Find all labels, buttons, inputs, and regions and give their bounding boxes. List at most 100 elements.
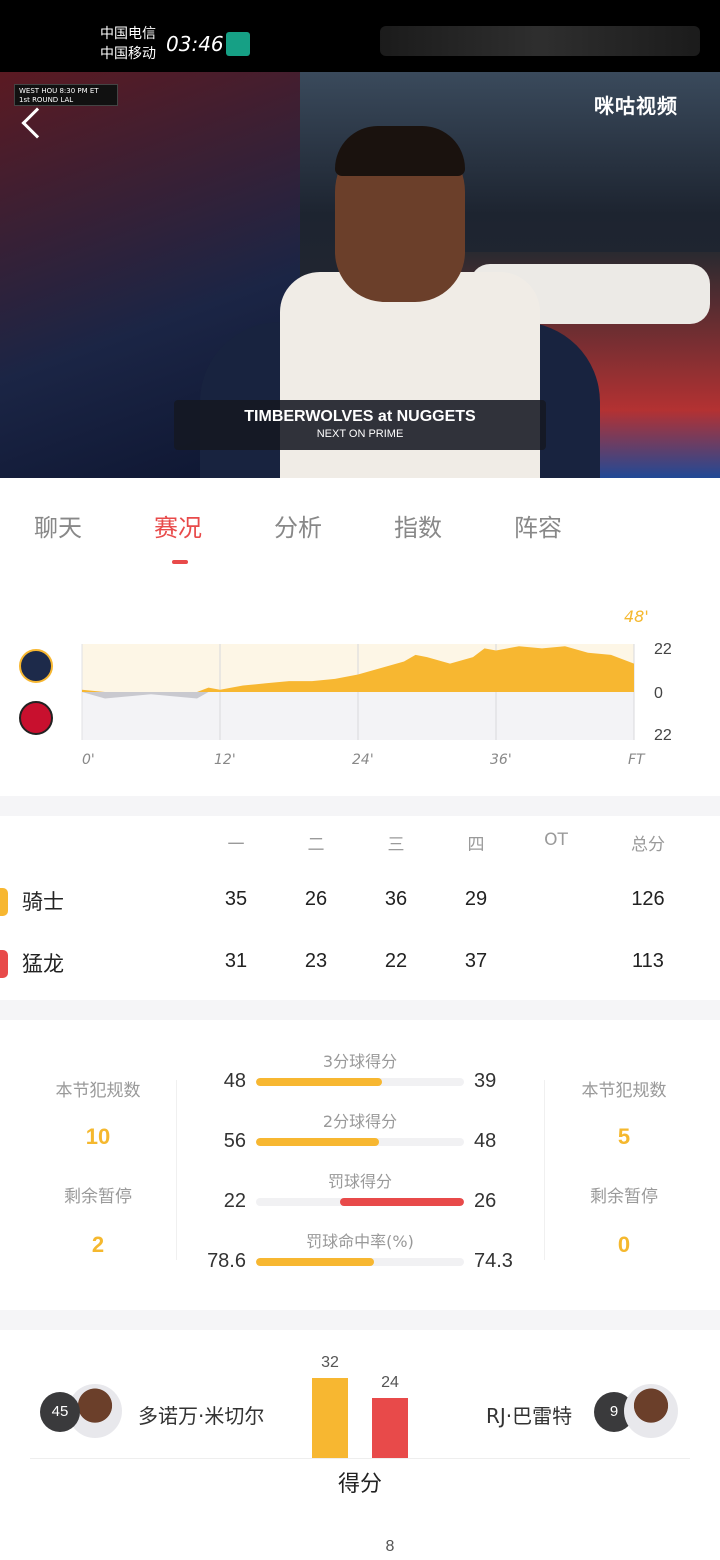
current-time-label: 48' [624, 607, 649, 626]
stat-right-value: 48 [474, 1130, 497, 1152]
x-tick-label: 0' [82, 752, 95, 768]
stat-bar [256, 1078, 464, 1086]
stat-bar-fill [256, 1138, 379, 1146]
tab-live[interactable]: 赛况 [154, 508, 202, 543]
stat-label: 3分球得分 [322, 1052, 398, 1071]
status-bar: 中国电信 中国移动 03:46 [0, 0, 720, 72]
leader-bar-left [312, 1378, 348, 1458]
carrier-info: 中国电信 中国移动 [100, 24, 156, 64]
tab-bar: 聊天 赛况 分析 指数 阵容 [0, 478, 720, 568]
bug-team1: HOU [41, 87, 58, 95]
stat-bar [256, 1258, 464, 1266]
page-number: 8 [385, 1538, 395, 1555]
divider-line [30, 1458, 690, 1459]
score-q2: 23 [304, 950, 328, 972]
stat-bar-fill [256, 1078, 382, 1086]
bug-time: 8:30 PM ET [59, 87, 99, 95]
header-q2: 二 [307, 835, 325, 855]
leader-bars [312, 1358, 408, 1458]
player-name-left[interactable]: 多诺万·米切尔 [138, 1400, 264, 1429]
header-q3: 三 [387, 835, 405, 855]
score-q2: 26 [304, 888, 328, 910]
x-tick-label: FT [628, 752, 646, 768]
stat-left-value: 78.6 [207, 1250, 246, 1272]
team-name: 猛龙 [22, 952, 64, 976]
stat-bar-fill [340, 1198, 464, 1206]
tab-chat[interactable]: 聊天 [34, 508, 82, 543]
quarter-score-table: 一 二 三 四 OT 总分 骑士 35 26 36 29 126 猛龙 31 2… [0, 816, 720, 1000]
player-name-right[interactable]: RJ·巴雷特 [486, 1400, 572, 1429]
video-player[interactable]: WEST HOU 8:30 PM ET 1st ROUND LAL 咪咕视频 T… [0, 72, 720, 478]
active-tab-indicator [172, 560, 188, 564]
tab-odds[interactable]: 指数 [394, 508, 442, 543]
section-divider [0, 1000, 720, 1020]
section-divider [0, 1310, 720, 1330]
score-q4: 29 [464, 888, 488, 910]
left-fouls-value: 10 [85, 1124, 111, 1149]
y-tick-label: 22 [654, 727, 672, 744]
broadcast-banner: TIMBERWOLVES at NUGGETS NEXT ON PRIME [174, 400, 546, 450]
stat-bar [256, 1138, 464, 1146]
bug-round: 1st ROUND [19, 96, 59, 104]
stat-label: 罚球得分 [327, 1172, 392, 1191]
x-tick-label: 36' [490, 752, 512, 768]
jersey-number-badge: 45 [40, 1392, 80, 1432]
momentum-chart: 0' 12' 24' 36' FT 22 0 22 48' [0, 568, 720, 796]
banner-title: TIMBERWOLVES at NUGGETS [244, 408, 476, 425]
stat-bar [256, 1198, 464, 1206]
stat-left-value: 56 [223, 1130, 246, 1152]
notification-blur [380, 26, 700, 56]
score-total: 113 [632, 950, 664, 972]
video-player-hair [335, 126, 465, 176]
tab-analysis[interactable]: 分析 [274, 508, 322, 543]
stat-bar-fill [256, 1258, 374, 1266]
avatar[interactable] [624, 1384, 678, 1438]
cavaliers-logo-icon [19, 649, 53, 683]
raptors-logo-icon [19, 701, 53, 735]
stat-left-value: 48 [223, 1070, 246, 1092]
right-timeouts-value: 0 [617, 1232, 631, 1257]
clock: 03:46 [166, 32, 224, 56]
score-q1: 35 [224, 888, 248, 910]
section-divider [0, 796, 720, 816]
left-timeouts-label: 剩余暂停 [64, 1187, 132, 1207]
stat-right-value: 74.3 [474, 1250, 513, 1272]
table-row-raptors: 猛龙 31 23 22 37 113 [0, 944, 720, 984]
bug-team2: LAL [60, 96, 74, 104]
leader-category: 得分 [337, 1472, 382, 1497]
left-timeouts-value: 2 [91, 1232, 105, 1257]
header-q4: 四 [467, 835, 485, 855]
carrier-2: 中国移动 [100, 46, 156, 62]
y-tick-label: 0 [654, 685, 663, 702]
right-timeouts-label: 剩余暂停 [590, 1187, 658, 1207]
team-color-bar [0, 888, 8, 916]
leader-bar-right [372, 1398, 408, 1458]
stat-label: 罚球命中率(%) [306, 1232, 414, 1251]
migu-logo: 咪咕视频 [594, 94, 678, 118]
wifi-icon [226, 32, 250, 56]
banner-subtitle: NEXT ON PRIME [316, 428, 404, 440]
stat-right-value: 39 [474, 1070, 497, 1092]
score-q3: 36 [384, 888, 408, 910]
score-q4: 37 [464, 950, 488, 972]
game-leaders: 45 多诺万·米切尔 32 24 RJ·巴雷特 9 得分 8 [0, 1330, 720, 1560]
stat-right-value: 26 [474, 1190, 497, 1212]
header-ot: OT [544, 830, 568, 850]
bug-conf: WEST [19, 87, 40, 95]
header-q1: 一 [227, 835, 245, 855]
team-color-bar [0, 950, 8, 978]
tab-lineup[interactable]: 阵容 [514, 508, 562, 543]
x-tick-label: 12' [214, 752, 236, 768]
right-fouls-value: 5 [617, 1124, 631, 1149]
stat-label: 2分球得分 [322, 1112, 398, 1131]
header-total: 总分 [631, 835, 665, 855]
x-tick-label: 24' [352, 752, 374, 768]
team-stats-panel: 本节犯规数 10 剩余暂停 2 本节犯规数 5 剩余暂停 0 3分球得分 48 … [0, 1020, 720, 1310]
score-q1: 31 [224, 950, 248, 972]
right-fouls-label: 本节犯规数 [581, 1081, 667, 1101]
score-q3: 22 [384, 950, 408, 972]
momentum-chart-svg: 0' 12' 24' 36' FT 22 0 22 48' [19, 607, 672, 768]
y-tick-label: 22 [654, 641, 672, 658]
left-fouls-label: 本节犯规数 [55, 1081, 141, 1101]
team-name: 骑士 [22, 890, 64, 914]
